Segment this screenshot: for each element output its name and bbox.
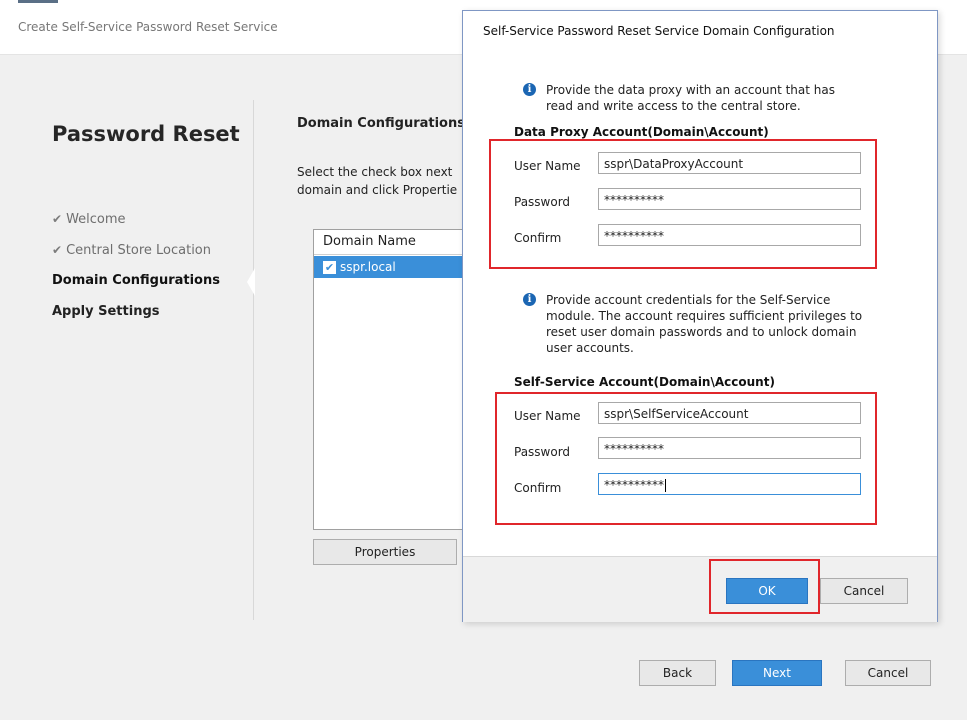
info-line: read and write access to the central sto… <box>546 99 801 113</box>
info-icon: i <box>523 293 536 306</box>
step-apply-settings[interactable]: Apply Settings <box>52 301 220 332</box>
column-header-domain-name[interactable]: Domain Name <box>314 230 464 255</box>
description-line: domain and click Propertie <box>297 183 458 197</box>
active-step-indicator <box>247 268 255 296</box>
back-button[interactable]: Back <box>639 660 716 686</box>
step-domain-configurations[interactable]: Domain Configurations <box>52 270 220 301</box>
checkmark-icon: ✔ <box>52 212 63 226</box>
self-service-group-title: Self-Service Account(Domain\Account) <box>514 375 775 389</box>
step-label: Welcome <box>66 212 126 227</box>
info-line: reset user domain passwords and to unloc… <box>546 325 857 339</box>
info-line: Provide the data proxy with an account t… <box>546 83 835 97</box>
step-label: Domain Configurations <box>52 273 220 288</box>
step-label: Apply Settings <box>52 304 160 319</box>
step-central-store-location[interactable]: ✔ Central Store Location <box>52 239 220 270</box>
step-welcome[interactable]: ✔ Welcome <box>52 208 220 239</box>
window-title: Create Self-Service Password Reset Servi… <box>18 20 278 34</box>
wizard-heading: Password Reset <box>52 122 240 146</box>
dialog-title: Self-Service Password Reset Service Doma… <box>483 24 835 38</box>
section-title: Domain Configurations <box>297 116 465 131</box>
proxy-info-text: Provide the data proxy with an account t… <box>546 82 835 114</box>
dialog-cancel-button[interactable]: Cancel <box>820 578 908 604</box>
section-description: Select the check box next domain and cli… <box>297 163 462 199</box>
info-line: user accounts. <box>546 341 634 355</box>
domain-list[interactable]: Domain Name ✔ sspr.local <box>313 229 465 530</box>
self-service-info-text: Provide account credentials for the Self… <box>546 292 862 356</box>
domain-name: sspr.local <box>340 260 396 274</box>
sidebar-divider <box>253 100 254 620</box>
list-item[interactable]: ✔ sspr.local <box>314 256 464 278</box>
domain-configuration-dialog: Self-Service Password Reset Service Doma… <box>462 10 938 622</box>
next-button[interactable]: Next <box>732 660 822 686</box>
cancel-button[interactable]: Cancel <box>845 660 931 686</box>
proxy-group-title: Data Proxy Account(Domain\Account) <box>514 125 769 139</box>
properties-button[interactable]: Properties <box>313 539 457 565</box>
checkmark-icon: ✔ <box>52 243 63 257</box>
description-line: Select the check box next <box>297 165 453 179</box>
highlight-proxy-fields <box>489 139 877 269</box>
highlight-ok-button <box>709 559 820 614</box>
wizard-steps: ✔ Welcome ✔ Central Store Location Domain … <box>52 208 220 332</box>
title-accent <box>18 0 58 3</box>
info-icon: i <box>523 83 536 96</box>
info-line: Provide account credentials for the Self… <box>546 293 831 307</box>
highlight-self-service-fields <box>495 392 877 525</box>
step-label: Central Store Location <box>66 243 212 258</box>
checkbox-checked-icon[interactable]: ✔ <box>323 261 336 274</box>
info-line: module. The account requires sufficient … <box>546 309 863 323</box>
